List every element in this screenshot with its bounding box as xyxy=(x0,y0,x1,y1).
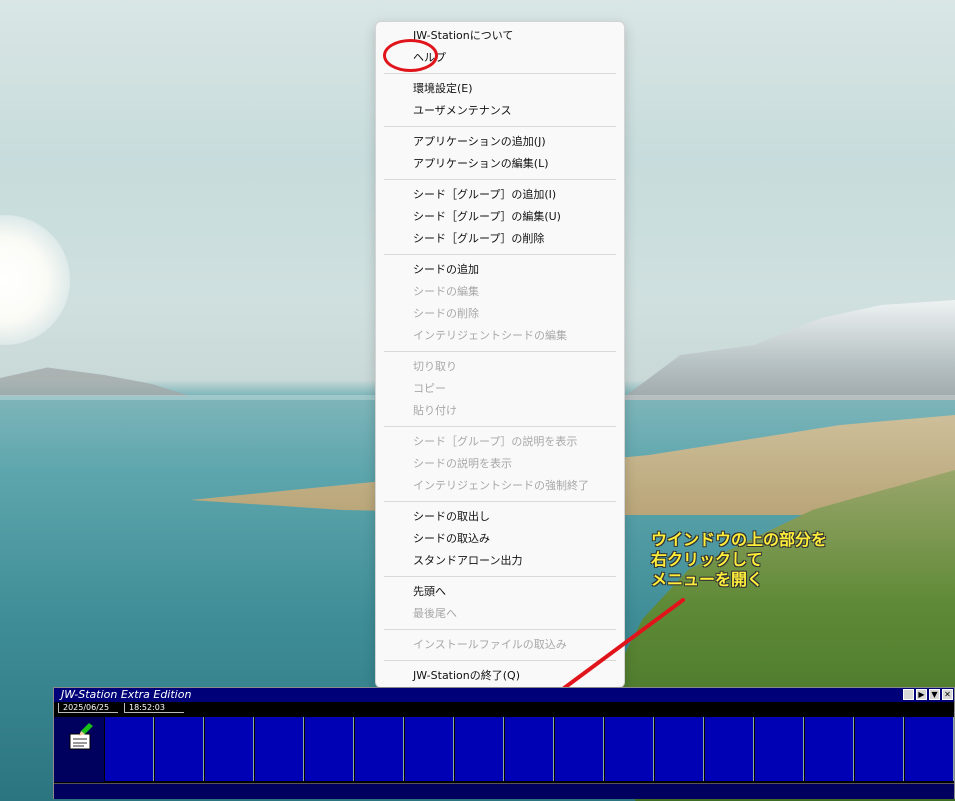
menu-item-cut: 切り取り xyxy=(413,360,457,373)
menu-separator xyxy=(384,126,616,127)
jw-slot-grid xyxy=(54,717,954,782)
seed-slot[interactable] xyxy=(255,717,304,781)
menu-separator xyxy=(384,426,616,427)
jw-footer-bar xyxy=(54,783,954,799)
jw-titlebar[interactable]: JW-Station Extra Edition ▶ ▼ ✕ xyxy=(54,688,954,702)
menu-separator xyxy=(384,254,616,255)
seed-slot[interactable] xyxy=(555,717,604,781)
jw-info-bar: 2025/06/25 18:52:03 xyxy=(54,702,954,714)
seed-slot[interactable] xyxy=(855,717,904,781)
menu-item-force-quit-intelligent-seed: インテリジェントシードの強制終了 xyxy=(413,479,589,492)
annotation-line: メニューを開く xyxy=(651,570,764,589)
seed-slot[interactable] xyxy=(105,717,154,781)
help-highlight-circle xyxy=(383,39,438,72)
menu-item-show-group-description: シード［グループ］の説明を表示 xyxy=(413,435,578,448)
menu-item-edit-intelligent-seed: インテリジェントシードの編集 xyxy=(413,329,567,342)
date-display: 2025/06/25 xyxy=(58,703,118,713)
instruction-annotation: ウインドウの上の部分を 右クリックして メニューを開く xyxy=(651,530,827,590)
seed-slot[interactable] xyxy=(755,717,804,781)
menu-separator xyxy=(384,501,616,502)
menu-item-add-seed[interactable]: シードの追加 xyxy=(413,263,479,277)
time-display: 18:52:03 xyxy=(124,703,184,713)
menu-item-export-seed[interactable]: シードの取出し xyxy=(413,510,490,524)
minimize-icon[interactable] xyxy=(903,689,914,700)
menu-separator xyxy=(384,73,616,74)
seed-slot[interactable] xyxy=(155,717,204,781)
menu-item-show-seed-description: シードの説明を表示 xyxy=(413,457,512,470)
mountain-left xyxy=(0,367,190,396)
annotation-line: ウインドウの上の部分を xyxy=(651,530,828,549)
menu-item-edit-seed: シードの編集 xyxy=(413,285,479,298)
seed-slot[interactable] xyxy=(605,717,654,781)
menu-item-edit-seed-group[interactable]: シード［グループ］の編集(U) xyxy=(413,210,561,224)
menu-item-move-to-bottom: 最後尾へ xyxy=(413,607,457,620)
menu-item-paste: 貼り付け xyxy=(413,404,457,417)
menu-separator xyxy=(384,351,616,352)
menu-item-standalone-output[interactable]: スタンドアローン出力 xyxy=(413,554,522,568)
seed-slot[interactable] xyxy=(905,717,954,781)
seed-slot[interactable] xyxy=(405,717,454,781)
menu-item-add-seed-group[interactable]: シード［グループ］の追加(I) xyxy=(413,188,556,202)
menu-item-exit[interactable]: JW-Stationの終了(Q) xyxy=(413,669,520,683)
seed-slot[interactable] xyxy=(355,717,404,781)
seed-slot[interactable] xyxy=(455,717,504,781)
menu-separator xyxy=(384,576,616,577)
jw-station-window[interactable]: JW-Station Extra Edition ▶ ▼ ✕ 2025/06/2… xyxy=(53,687,955,799)
jw-title: JW-Station Extra Edition xyxy=(61,688,192,701)
seed-slot[interactable] xyxy=(205,717,254,781)
menu-separator xyxy=(384,179,616,180)
mountain-right xyxy=(620,300,955,400)
menu-item-preferences[interactable]: 環境設定(E) xyxy=(413,82,473,96)
menu-item-edit-application[interactable]: アプリケーションの編集(L) xyxy=(413,157,549,171)
play-icon[interactable]: ▶ xyxy=(916,689,927,700)
menu-item-move-to-top[interactable]: 先頭へ xyxy=(413,585,446,599)
menu-item-delete-seed: シードの削除 xyxy=(413,307,479,320)
menu-item-delete-seed-group[interactable]: シード［グループ］の削除 xyxy=(413,232,544,246)
seed-slot[interactable] xyxy=(305,717,354,781)
close-icon[interactable]: ✕ xyxy=(942,689,953,700)
menu-item-import-seed[interactable]: シードの取込み xyxy=(413,532,490,546)
menu-item-user-maintenance[interactable]: ユーザメンテナンス xyxy=(413,104,512,118)
seed-slot[interactable] xyxy=(705,717,754,781)
triangle-down-icon[interactable]: ▼ xyxy=(929,689,940,700)
menu-item-add-application[interactable]: アプリケーションの追加(J) xyxy=(413,135,546,149)
menu-item-about[interactable]: JW-Stationについて xyxy=(413,29,513,43)
seed-slot[interactable] xyxy=(655,717,704,781)
seed-slot[interactable] xyxy=(505,717,554,781)
context-menu: JW-Stationについて ヘルプ 環境設定(E) ユーザメンテナンス アプリ… xyxy=(375,21,625,688)
seed-slot[interactable] xyxy=(805,717,854,781)
menu-item-copy: コピー xyxy=(413,382,446,395)
sun xyxy=(0,215,70,345)
annotation-line: 右クリックして xyxy=(651,550,763,569)
